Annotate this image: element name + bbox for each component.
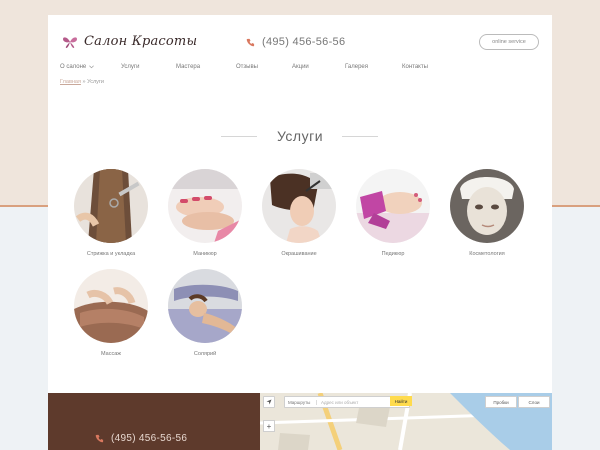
location-arrow-icon[interactable]	[263, 396, 275, 408]
page-title: Услуги	[276, 128, 324, 144]
service-label: Окрашивание	[281, 251, 317, 257]
service-card-coloring[interactable]: Окрашивание	[261, 169, 337, 257]
map-layers-button[interactable]: Слои	[518, 396, 550, 408]
service-label: Косметология	[469, 251, 505, 257]
nav-item-about[interactable]: О салоне	[60, 64, 121, 70]
nav-item-label: Мастера	[176, 64, 201, 70]
phone-icon	[246, 38, 255, 46]
title-divider-right	[342, 136, 378, 137]
footer-phone-number: (495) 456-56-56	[111, 433, 188, 444]
breadcrumb: Главная » Услуги	[60, 79, 104, 85]
chevron-down-icon	[89, 65, 95, 69]
nav-item-promotions[interactable]: Акции	[292, 64, 345, 70]
map-zoom-in-button[interactable]: +	[263, 420, 275, 432]
service-label: Педикюр	[381, 251, 405, 257]
service-card-haircut[interactable]: Стрижка и укладка	[73, 169, 149, 257]
map-search-input[interactable]: Адрес или объект	[317, 400, 358, 405]
traffic-label: Пробки	[493, 399, 509, 405]
service-label: Стрижка и укладка	[86, 251, 136, 257]
nav-item-label: Отзывы	[236, 64, 258, 70]
logo[interactable]: Салон Красоты	[62, 34, 197, 49]
solarium-photo-icon	[168, 269, 242, 343]
service-label: Массаж	[101, 351, 121, 357]
site-header: Салон Красоты (495) 456-56-56 online ser…	[48, 15, 552, 85]
online-service-button[interactable]: online service	[479, 34, 539, 50]
hair-coloring-photo-icon	[262, 169, 336, 243]
service-card-solarium[interactable]: Солярий	[167, 269, 243, 357]
massage-photo-icon	[74, 269, 148, 343]
nav-item-label: Акции	[292, 64, 309, 70]
header-phone-number: (495) 456-56-56	[262, 36, 346, 48]
header-phone[interactable]: (495) 456-56-56	[246, 36, 345, 48]
service-label: Солярий	[193, 351, 217, 357]
butterfly-logo-icon	[63, 36, 77, 48]
pedicure-photo-icon	[356, 169, 430, 243]
map-traffic-button[interactable]: Пробки	[485, 396, 517, 408]
nav-item-label: Галерея	[345, 64, 369, 70]
service-card-massage[interactable]: Массаж	[73, 269, 149, 357]
footer-phone[interactable]: (495) 456-56-56	[95, 433, 187, 444]
breadcrumb-current: Услуги	[87, 79, 104, 85]
haircut-photo-icon	[74, 169, 148, 243]
logo-text: Салон Красоты	[84, 34, 198, 49]
section-title-block: Услуги	[48, 128, 552, 144]
nav-item-masters[interactable]: Мастера	[176, 64, 236, 70]
service-label: Маникюр	[193, 251, 217, 257]
manicure-photo-icon	[168, 169, 242, 243]
nav-item-gallery[interactable]: Галерея	[345, 64, 402, 70]
nav-item-label: Услуги	[121, 64, 140, 70]
face-mask-photo-icon	[450, 169, 524, 243]
breadcrumb-home-link[interactable]: Главная	[60, 79, 81, 85]
main-nav: О салоне Услуги Мастера Отзывы Акции Гал…	[60, 64, 428, 70]
nav-item-label: Контакты	[402, 64, 428, 70]
nav-item-services[interactable]: Услуги	[121, 64, 176, 70]
map-widget[interactable]: Маршруты Адрес или объект Найти Пробки С…	[260, 393, 552, 450]
service-card-cosmetology[interactable]: Косметология	[449, 169, 525, 257]
nav-item-contacts[interactable]: Контакты	[402, 64, 428, 70]
page-card: Салон Красоты (495) 456-56-56 online ser…	[48, 15, 552, 450]
service-card-pedicure[interactable]: Педикюр	[355, 169, 431, 257]
map-find-button[interactable]: Найти	[390, 396, 412, 406]
service-card-manicure[interactable]: Маникюр	[167, 169, 243, 257]
layers-label: Слои	[528, 399, 540, 405]
nav-item-label: О салоне	[60, 64, 87, 70]
map-routes-button[interactable]: Маршруты	[285, 399, 317, 405]
nav-item-reviews[interactable]: Отзывы	[236, 64, 292, 70]
phone-icon	[95, 434, 104, 443]
